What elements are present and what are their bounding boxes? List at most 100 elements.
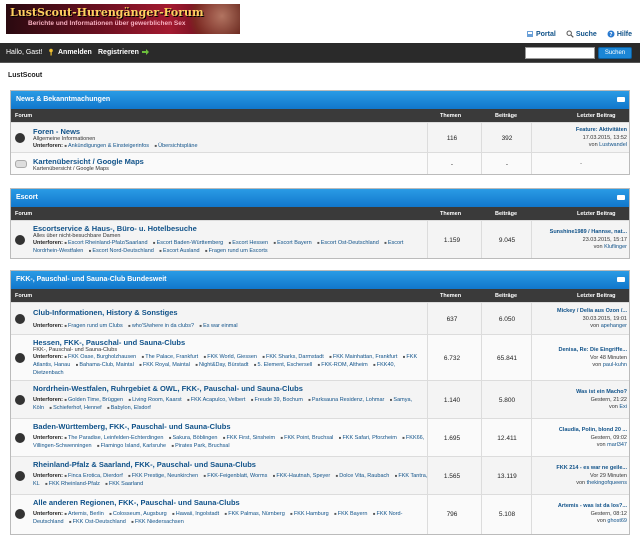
subforum-link[interactable]: Schieferhof, Hennef [50, 405, 102, 411]
subforum-link[interactable]: Dolce Vita, Raubach [336, 473, 390, 479]
subforum-link[interactable]: Pirates Park, Bruchsal [172, 443, 230, 449]
search-input[interactable] [525, 47, 595, 59]
subforum-link[interactable]: FKK Acapulco, Velbert [187, 397, 245, 403]
subforum-link[interactable]: FKK Royal, Maintal [139, 362, 190, 368]
post-count: 12.411 [497, 435, 517, 442]
forum-title[interactable]: Escortservice & Haus-, Büro- u. Hotelbes… [33, 224, 197, 233]
subforum-link[interactable]: FKK Saarland [105, 481, 143, 487]
subforum-link[interactable]: FKK Hamburg [290, 511, 328, 517]
forum-title[interactable]: Baden-Württemberg, FKK-, Pauschal- und S… [33, 422, 231, 431]
last-post-user[interactable]: Kluflinger [604, 244, 627, 250]
breadcrumb[interactable]: LustScout [8, 72, 42, 79]
category-title[interactable]: Escort [16, 194, 38, 201]
forum-title[interactable]: Hessen, FKK-, Pauschal- und Sauna-Clubs [33, 338, 185, 347]
forum-row: Rheinland-Pfalz & Saarland, FKK-, Pausch… [11, 456, 629, 494]
forum-title[interactable]: Club-Informationen, History & Sonstiges [33, 308, 178, 317]
last-post-user[interactable]: marl347 [607, 442, 627, 448]
subforum-link[interactable]: Night&Day, Bürstadt [195, 362, 248, 368]
subforum-link[interactable]: FKK Prestige, Neunkirchen [128, 473, 198, 479]
search-link[interactable]: Suche [566, 30, 597, 38]
subforum-link[interactable]: Escort Nord-Deutschland [89, 248, 154, 254]
last-post-title[interactable]: Artemis - was ist da los?... [558, 503, 627, 509]
subforum-link[interactable]: FKK Oase, Burgholzhausen [64, 354, 136, 360]
forum-title[interactable]: Kartenübersicht / Google Maps [33, 157, 144, 166]
subforum-link[interactable]: Sakura, Böblingen [169, 435, 217, 441]
subforum-link[interactable]: Es war einmal [200, 323, 238, 329]
subforum-link[interactable]: FKK First, Sinsheim [223, 435, 275, 441]
subforum-link[interactable]: Colosseum, Augsburg [109, 511, 166, 517]
category-title[interactable]: FKK-, Pauschal- und Sauna-Club Bundeswei… [16, 276, 167, 283]
subforum-link[interactable]: Escort Ausland [159, 248, 199, 254]
last-post-title[interactable]: Mickey / Delia aus Ozon /... [557, 308, 627, 314]
subforum-link[interactable]: FKK-Feigenblatt, Worms [204, 473, 268, 479]
subforum-link[interactable]: FKK Safari, Pforzheim [339, 435, 397, 441]
subforum-link[interactable]: FKK-ROM, Altheim [318, 362, 368, 368]
forum-title[interactable]: Rheinland-Pfalz & Saarland, FKK-, Pausch… [33, 460, 256, 469]
last-post-title[interactable]: FKK 214 - es war ne geile... [556, 465, 627, 471]
last-post-title[interactable]: Feature: Aktivitäten [576, 127, 627, 133]
register-link[interactable]: Registrieren [98, 48, 149, 56]
subforum-link[interactable]: who'S/where in da clubs? [128, 323, 194, 329]
last-post-title[interactable]: Denisa, Re: Die Eingriffe... [559, 347, 627, 353]
subforum-link[interactable]: Golden Time, Brüggen [64, 397, 123, 403]
col-forum: Forum [15, 293, 33, 299]
forum-title[interactable]: Nordrhein-Westfalen, Ruhrgebiet & OWL, F… [33, 384, 303, 393]
subforum-link[interactable]: Freude 39, Bochum [251, 397, 303, 403]
last-post: FKK 214 - es war ne geile... Vor 29 Minu… [531, 465, 627, 488]
subforum-link[interactable]: The Palace, Frankfurt [142, 354, 198, 360]
subforum-link[interactable]: Escort Baden-Württemberg [153, 240, 223, 246]
last-post-user[interactable]: thekingofqueens [587, 480, 627, 486]
subforum-link[interactable]: FKK Ost-Deutschland [69, 519, 126, 525]
subforum-link[interactable]: FKK-Hautnah, Speyer [273, 473, 330, 479]
last-post-date: Gestern, 08:12 [590, 510, 627, 517]
subforum-link[interactable]: FKK Palmas, Nürnberg [225, 511, 285, 517]
subforum-link[interactable]: FKK World, Giessen [204, 354, 257, 360]
collapse-icon[interactable] [617, 277, 625, 282]
forum-description: Kartenübersicht / Google Maps [33, 166, 109, 172]
subforum-link[interactable]: Babylon, Elsdorf [107, 405, 151, 411]
last-post-title[interactable]: Sunshine1989 / Hannse, nat... [550, 229, 627, 235]
help-link[interactable]: ? Hilfe [607, 30, 632, 38]
subforum-link[interactable]: Fragen rund um Escorts [205, 248, 268, 254]
subforum-link[interactable]: Bahama-Club, Maintal [76, 362, 134, 368]
last-post-user[interactable]: Exi [619, 404, 627, 410]
subforum-link[interactable]: 5. Element, Eschersell [254, 362, 312, 368]
subforum-link[interactable]: Hawaii, Ingolstadt [172, 511, 219, 517]
subforum-link[interactable]: Finca Erotica, Dierdorf [64, 473, 122, 479]
subforum-link[interactable]: Escort Rheinland-Pfalz/Saarland [64, 240, 147, 246]
forum-title[interactable]: Foren - News [33, 127, 80, 136]
subforum-link[interactable]: Ankündigungen & Einsteigerinfos [64, 143, 149, 149]
last-post-user[interactable]: apehanger [601, 323, 627, 329]
subforum-link[interactable]: Parksauna Residenz, Lohmar [308, 397, 384, 403]
last-post-by: von [588, 142, 598, 148]
last-post-user[interactable]: ghost69 [607, 518, 627, 524]
forum-title[interactable]: Alle anderen Regionen, FKK-, Pauschal- u… [33, 498, 240, 507]
subforum-link[interactable]: Living Room, Kaarst [129, 397, 182, 403]
subforum-link[interactable]: FKK Point, Bruchsal [281, 435, 334, 441]
subforum-link[interactable]: Escort Bayern [274, 240, 312, 246]
subforum-link[interactable]: Flamingo Island, Karlsruhe [97, 443, 166, 449]
last-post-title[interactable]: Claudia, Polin, blond 20 ... [559, 427, 627, 433]
subforum-link[interactable]: FKK Rheinland-Pfalz [45, 481, 100, 487]
collapse-icon[interactable] [617, 195, 625, 200]
subforum-link[interactable]: FKK Bayern [334, 511, 367, 517]
subforum-link[interactable]: Übersichtspläne [155, 143, 198, 149]
last-post-title[interactable]: Was ist ein Macho? [576, 389, 627, 395]
site-logo[interactable]: LustScout-Hurengänger-Forum Berichte und… [6, 4, 240, 34]
subforum-link[interactable]: FKK Mainhattan, Frankfurt [329, 354, 397, 360]
last-post-user[interactable]: Lustwandel [599, 142, 627, 148]
login-link[interactable]: Anmelden [48, 48, 92, 56]
category-title[interactable]: News & Bekanntmachungen [16, 96, 110, 103]
collapse-icon[interactable] [617, 97, 625, 102]
search-button[interactable]: Suchen [598, 47, 632, 59]
portal-link[interactable]: Portal [526, 30, 556, 38]
logo-subtitle: Berichte und Informationen über gewerbli… [28, 20, 186, 27]
last-post-user[interactable]: paul-kuhn [603, 362, 627, 368]
subforum-link[interactable]: Escort Ost-Deutschland [317, 240, 379, 246]
subforum-link[interactable]: FKK Niedersachsen [131, 519, 183, 525]
subforum-link[interactable]: FKK Sharks, Darmstadt [262, 354, 323, 360]
subforum-link[interactable]: Fragen rund um Clubs [64, 323, 122, 329]
subforum-link[interactable]: Artemis, Berlin [64, 511, 103, 517]
subforum-link[interactable]: Escort Hessen [229, 240, 268, 246]
subforum-link[interactable]: The Paradise, Leinfelden-Echterdingen [64, 435, 163, 441]
